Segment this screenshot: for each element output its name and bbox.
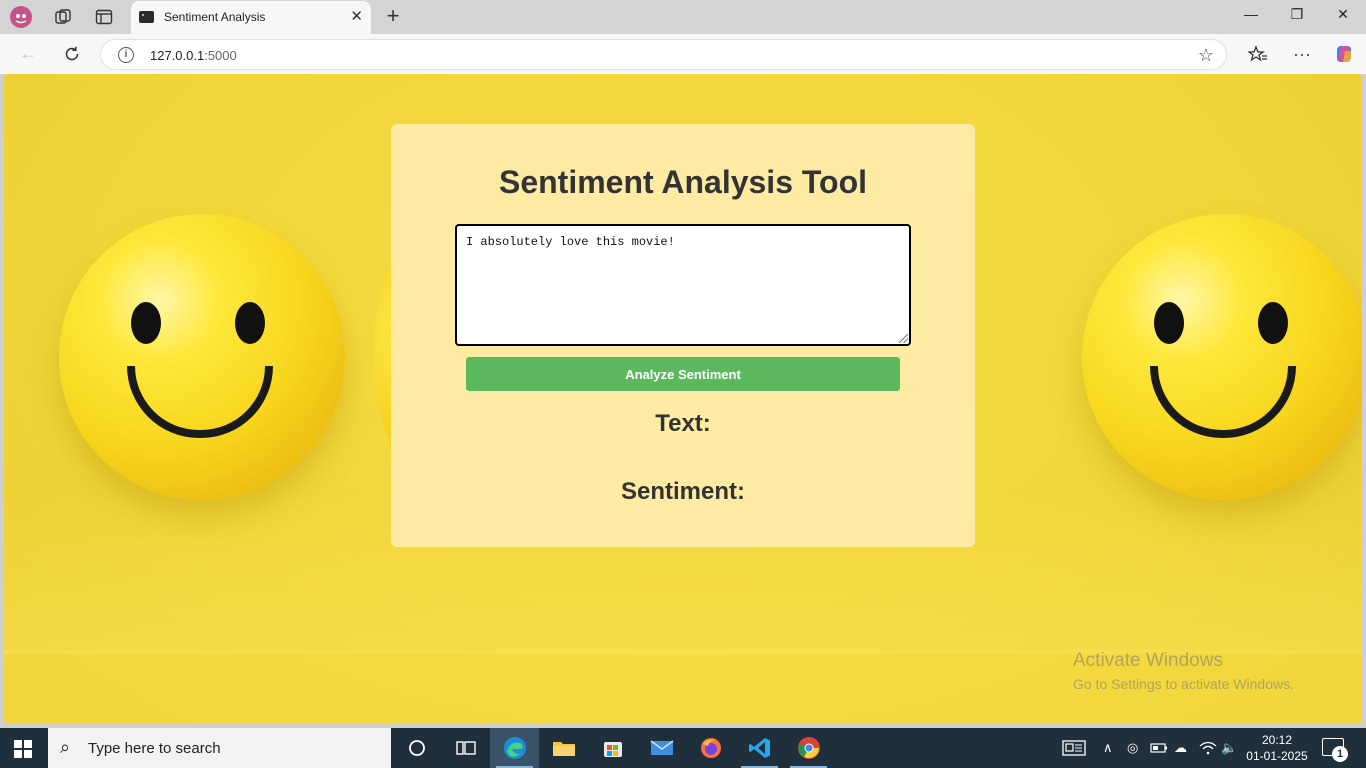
sentiment-card: Sentiment Analysis Tool Analyze Sentimen…: [391, 124, 975, 547]
smiley-mouth: [127, 366, 273, 438]
smiley-face-image-right: [1082, 214, 1362, 500]
favorite-star-icon[interactable]: ☆: [1198, 45, 1214, 66]
result-text-label: Text:: [655, 410, 711, 437]
analyze-sentiment-button[interactable]: Analyze Sentiment: [466, 357, 900, 391]
more-options-icon[interactable]: ···: [1288, 42, 1316, 66]
copilot-icon[interactable]: [1330, 42, 1358, 66]
browser-toolbar: ← i 127.0.0.1:5000 ☆ ···: [0, 34, 1366, 74]
result-sentiment-label: Sentiment:: [620, 478, 745, 505]
search-icon: ⌕: [60, 737, 71, 757]
windows-start-icon[interactable]: [14, 740, 32, 758]
mail-icon[interactable]: [637, 728, 686, 768]
favorites-list-icon[interactable]: [1244, 42, 1272, 66]
edge-taskbar-icon[interactable]: [490, 728, 539, 768]
search-placeholder: Type here to search: [88, 740, 221, 757]
smiley-eye: [1154, 302, 1184, 344]
taskbar-search-box[interactable]: ⌕ Type here to search: [48, 728, 391, 768]
wifi-icon[interactable]: [1199, 728, 1217, 768]
new-tab-plus-icon[interactable]: +: [380, 4, 406, 28]
file-explorer-icon[interactable]: [539, 728, 588, 768]
browser-tab-active[interactable]: Sentiment Analysis ✕: [131, 1, 371, 34]
smiley-eye: [235, 302, 265, 344]
firefox-icon[interactable]: [686, 728, 735, 768]
clock-time: 20:12: [1261, 733, 1293, 747]
smiley-eye: [1258, 302, 1288, 344]
chrome-icon[interactable]: [784, 728, 833, 768]
windows-taskbar: ⌕ Type here to search ∧ ◎ ☁ 🔈 20:12 01-0…: [0, 728, 1366, 768]
activate-windows-title: Activate Windows: [1073, 650, 1223, 671]
cortana-icon[interactable]: [392, 728, 441, 768]
vertical-tabs-icon[interactable]: [91, 5, 117, 29]
smiley-eye: [131, 302, 161, 344]
onedrive-cloud-icon[interactable]: ☁: [1174, 728, 1187, 768]
textarea-resize-handle[interactable]: [899, 334, 908, 343]
page-title: Sentiment Analysis Tool: [498, 164, 868, 200]
news-widget-icon[interactable]: [1062, 728, 1086, 768]
clock-date: 01-01-2025: [1246, 749, 1308, 763]
smiley-mouth: [1150, 366, 1296, 438]
minimize-icon[interactable]: —: [1236, 6, 1266, 22]
task-view-icon[interactable]: [441, 728, 490, 768]
browser-tab-bar: Sentiment Analysis ✕ + — ❐ ✕: [0, 0, 1366, 34]
back-arrow-icon[interactable]: ←: [14, 42, 42, 66]
sentiment-text-input[interactable]: [455, 224, 911, 346]
tab-close-icon[interactable]: ✕: [350, 8, 363, 26]
vscode-icon[interactable]: [735, 728, 784, 768]
volume-icon[interactable]: 🔈: [1221, 728, 1237, 768]
chevron-up-icon[interactable]: ∧: [1103, 728, 1113, 768]
tab-title: Sentiment Analysis: [164, 10, 266, 24]
page-viewport: Sentiment Analysis Tool Analyze Sentimen…: [4, 74, 1362, 724]
address-bar[interactable]: i 127.0.0.1:5000 ☆: [100, 39, 1227, 70]
url-text[interactable]: 127.0.0.1:5000: [150, 48, 237, 63]
workspaces-icon[interactable]: [50, 5, 76, 29]
profile-avatar-icon[interactable]: [8, 5, 34, 29]
activate-windows-subtitle: Go to Settings to activate Windows.: [1073, 676, 1294, 692]
terminal-favicon-icon: [139, 11, 154, 23]
battery-icon[interactable]: [1150, 728, 1168, 768]
site-info-icon[interactable]: i: [118, 47, 134, 63]
smiley-face-image-left: [59, 214, 345, 500]
refresh-icon[interactable]: [58, 42, 86, 66]
close-window-icon[interactable]: ✕: [1328, 6, 1358, 23]
system-clock[interactable]: 20:12 01-01-2025: [1246, 732, 1308, 764]
microsoft-store-icon[interactable]: [588, 728, 637, 768]
restore-icon[interactable]: ❐: [1282, 6, 1312, 23]
notification-count-badge: 1: [1332, 746, 1348, 762]
meet-now-icon[interactable]: ◎: [1127, 728, 1138, 768]
